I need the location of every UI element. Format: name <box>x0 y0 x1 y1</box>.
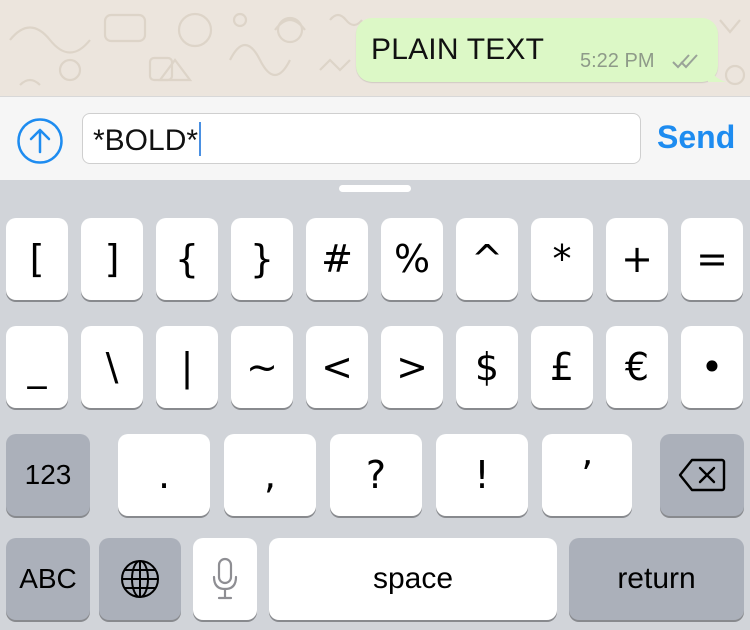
key-underscore[interactable]: _ <box>6 326 68 408</box>
key-pipe[interactable]: | <box>156 326 218 408</box>
return-key[interactable]: return <box>569 538 744 620</box>
message-input-value: *BOLD* <box>93 122 202 158</box>
key-pound[interactable]: £ <box>531 326 593 408</box>
key-period[interactable]: . <box>118 434 210 516</box>
globe-icon <box>121 560 159 598</box>
key-euro[interactable]: € <box>606 326 668 408</box>
message-input[interactable]: *BOLD* <box>82 113 641 164</box>
key-abc-toggle[interactable]: ABC <box>6 538 90 620</box>
key-right-brace[interactable]: } <box>231 218 293 300</box>
dictation-key[interactable] <box>193 538 257 620</box>
key-dollar[interactable]: $ <box>456 326 518 408</box>
key-exclamation[interactable]: ! <box>436 434 528 516</box>
message-bubble[interactable]: PLAIN TEXT 5:22 PM <box>356 18 726 82</box>
space-key[interactable]: space <box>269 538 557 620</box>
chat-area: PLAIN TEXT 5:22 PM <box>0 0 750 96</box>
key-hash[interactable]: # <box>306 218 368 300</box>
key-numbers-toggle[interactable]: 123 <box>6 434 90 516</box>
key-equals[interactable]: = <box>681 218 743 300</box>
key-apostrophe[interactable]: ’ <box>542 434 632 516</box>
key-percent[interactable]: % <box>381 218 443 300</box>
key-left-brace[interactable]: { <box>156 218 218 300</box>
key-left-bracket[interactable]: [ <box>6 218 68 300</box>
key-question[interactable]: ? <box>330 434 422 516</box>
key-comma[interactable]: , <box>224 434 316 516</box>
bubble-tail <box>708 64 726 82</box>
key-greater-than[interactable]: > <box>381 326 443 408</box>
read-ticks-icon <box>672 54 698 69</box>
keyboard: [ ] { } # % ^ * + = _ \ | ~ < > $ £ € • … <box>0 180 750 630</box>
microphone-icon <box>212 557 238 600</box>
backspace-key[interactable] <box>660 434 744 516</box>
message-input-bar: *BOLD* Send <box>0 96 750 180</box>
key-backslash[interactable]: \ <box>81 326 143 408</box>
key-plus[interactable]: + <box>606 218 668 300</box>
message-text: PLAIN TEXT <box>371 33 545 66</box>
message-time: 5:22 PM <box>580 50 655 72</box>
text-caret <box>199 122 202 156</box>
arrow-up-circle-icon[interactable] <box>16 117 64 165</box>
key-tilde[interactable]: ~ <box>231 326 293 408</box>
key-asterisk[interactable]: * <box>531 218 593 300</box>
key-less-than[interactable]: < <box>306 326 368 408</box>
key-bullet[interactable]: • <box>681 326 743 408</box>
send-button[interactable]: Send <box>657 119 735 156</box>
globe-key[interactable] <box>99 538 181 620</box>
keyboard-grabber[interactable] <box>339 185 411 192</box>
key-right-bracket[interactable]: ] <box>81 218 143 300</box>
key-caret[interactable]: ^ <box>456 218 518 300</box>
backspace-icon <box>678 458 726 492</box>
